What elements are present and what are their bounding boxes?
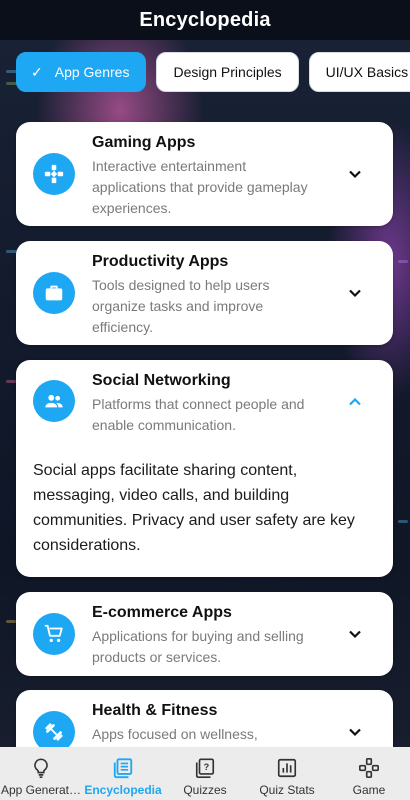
svg-text:?: ? [204,762,210,772]
chip-label: UI/UX Basics [325,64,409,80]
card-title: Health & Fitness [92,702,218,719]
nav-label: Quizzes [183,783,227,797]
chip-design-principles[interactable]: Design Principles [156,52,299,92]
nav-label: Encyclopedia [84,783,162,797]
check-icon: ✓ [31,63,43,80]
chip-ui-ux-basics[interactable]: UI/UX Basics [308,52,410,92]
book-icon [113,758,133,779]
bottom-navigation: App Generat… Encyclopedia ? Quizzes Quiz… [0,747,410,800]
chevron-down-icon[interactable] [347,626,363,642]
card-title: Gaming Apps [92,134,196,151]
category-chip-row: ✓ App Genres Design Principles UI/UX Bas… [16,52,410,94]
nav-label: App Generat… [0,783,82,797]
stats-icon [277,758,297,778]
card-title: E-commerce Apps [92,604,232,621]
genre-card-productivity[interactable]: Productivity Apps Tools designed to help… [16,241,393,345]
card-description: Interactive entertainment applications t… [92,158,308,216]
genre-card-gaming[interactable]: Gaming Apps Interactive entertainment ap… [16,122,393,226]
gamepad-icon [33,153,75,195]
card-description: Apps focused on wellness, [92,726,258,742]
nav-item-quizzes[interactable]: ? Quizzes [164,747,246,800]
nav-item-quiz-stats[interactable]: Quiz Stats [246,747,328,800]
card-description: Applications for buying and selling prod… [92,628,304,665]
people-icon [33,380,75,422]
card-title: Social Networking [92,372,231,389]
chevron-down-icon[interactable] [347,166,363,182]
nav-item-encyclopedia[interactable]: Encyclopedia [82,747,164,800]
briefcase-icon [33,272,75,314]
chevron-up-icon[interactable] [347,394,363,410]
lightbulb-icon [34,758,48,778]
quiz-icon: ? [195,758,215,778]
genre-card-social[interactable]: Social Networking Platforms that connect… [16,360,393,577]
card-details: Social apps facilitate sharing content, … [33,462,355,554]
chevron-down-icon[interactable] [347,285,363,301]
nav-item-app-generator[interactable]: App Generat… [0,747,82,800]
chip-app-genres[interactable]: ✓ App Genres [16,52,147,92]
card-description: Platforms that connect people and enable… [92,396,305,433]
card-title: Productivity Apps [92,253,229,270]
cart-icon [33,613,75,655]
page-title: Encyclopedia [139,8,271,31]
chevron-down-icon[interactable] [347,724,363,740]
nav-label: Game [352,783,386,797]
game-icon [359,758,379,778]
chip-label: Design Principles [173,64,282,80]
nav-label: Quiz Stats [259,783,315,797]
card-description: Tools designed to help users organize ta… [92,277,270,335]
genre-card-ecommerce[interactable]: E-commerce Apps Applications for buying … [16,592,393,676]
top-app-bar: Encyclopedia [0,0,410,40]
nav-item-game[interactable]: Game [328,747,410,800]
chip-label: App Genres [54,64,130,80]
